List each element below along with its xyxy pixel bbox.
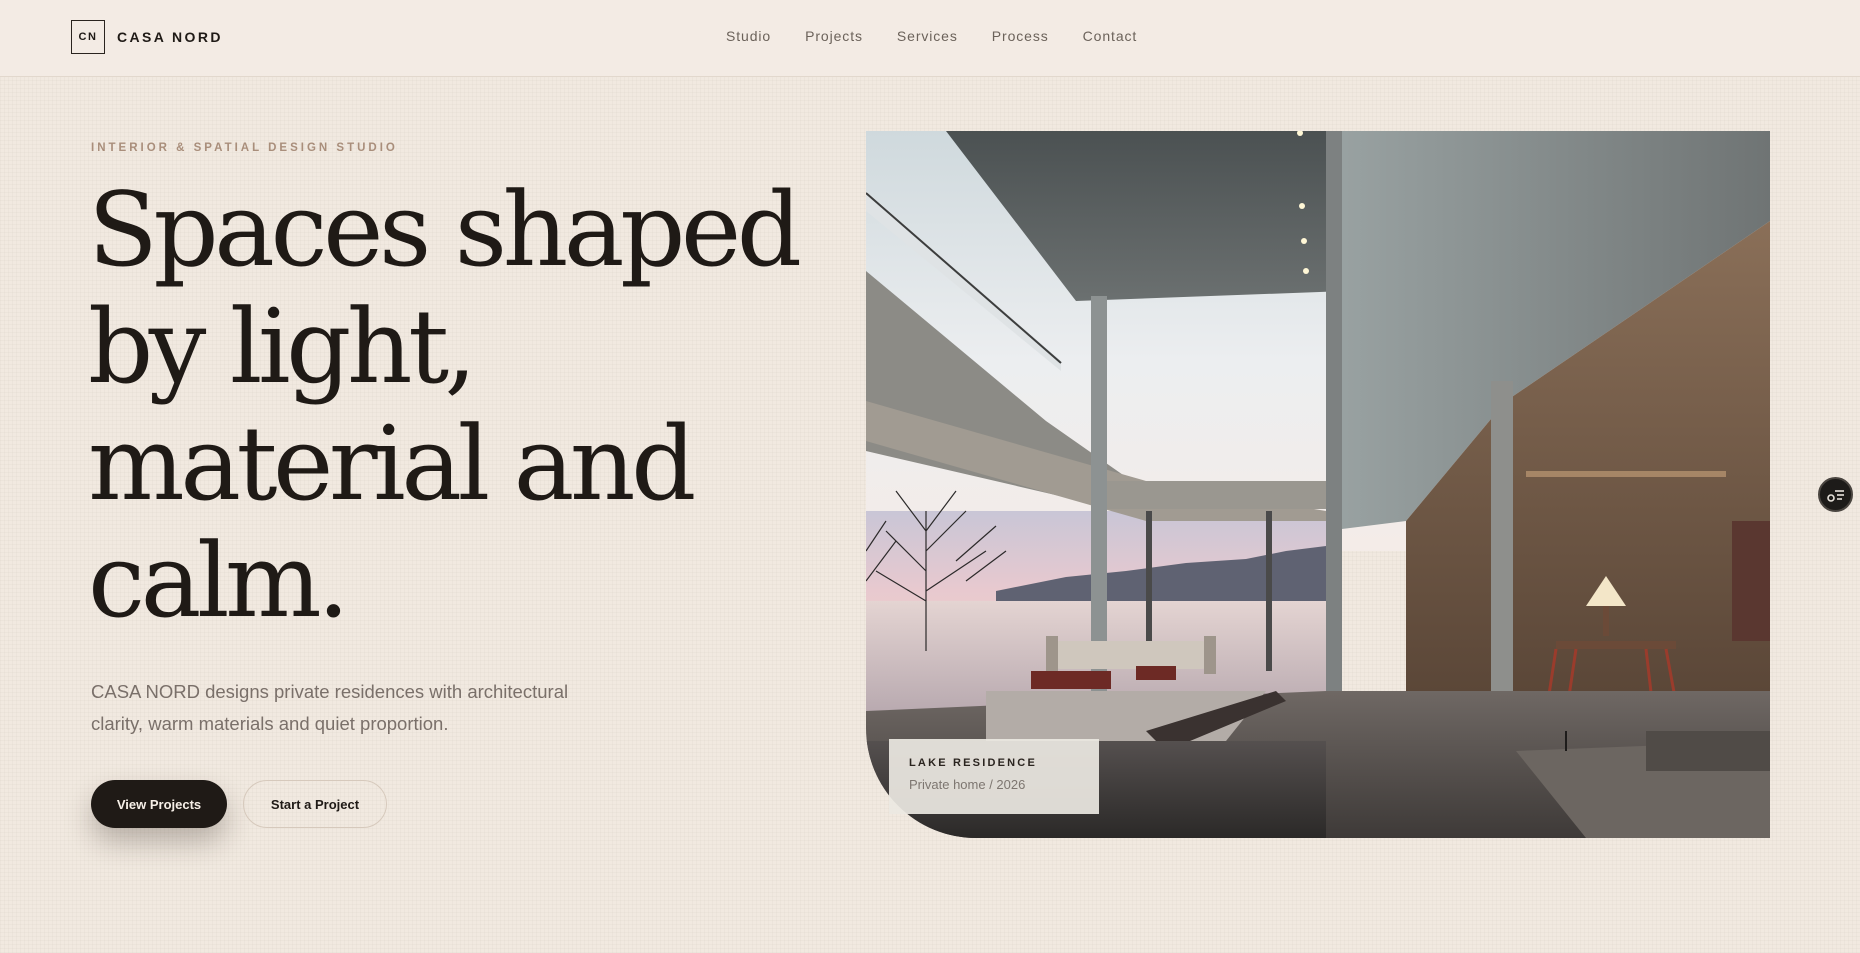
site-header: CN CASA NORD Studio Projects Services Pr…	[0, 0, 1860, 77]
nav-item-projects[interactable]: Projects	[805, 28, 863, 44]
hero-headline: Spaces shaped by light, material and cal…	[88, 171, 802, 641]
brand-name: CASA NORD	[117, 29, 223, 45]
architecture-illustration	[866, 131, 1770, 838]
hero-lead: CASA NORD designs private residences wit…	[91, 681, 569, 734]
hero-eyebrow: INTERIOR & SPATIAL DESIGN STUDIO	[91, 142, 398, 154]
settings-list-glyph	[1826, 489, 1844, 502]
headline-line: calm.	[88, 522, 350, 641]
main-nav: Studio Projects Services Process Contact	[726, 28, 1137, 44]
view-projects-button[interactable]: View Projects	[91, 780, 227, 828]
start-project-button[interactable]: Start a Project	[243, 780, 387, 828]
nav-item-services[interactable]: Services	[897, 28, 958, 44]
headline-line: by light,	[88, 288, 477, 407]
nav-item-studio[interactable]: Studio	[726, 28, 771, 44]
logo-mark: CN	[71, 20, 105, 54]
caption-subtitle: Private home / 2026	[909, 777, 1026, 792]
settings-list-icon[interactable]	[1818, 477, 1853, 512]
brand-logo[interactable]: CN CASA NORD	[71, 20, 223, 54]
caption-title: LAKE RESIDENCE	[909, 757, 1037, 769]
nav-item-contact[interactable]: Contact	[1083, 28, 1138, 44]
feature-image	[866, 131, 1770, 838]
headline-line: Spaces shaped	[88, 171, 802, 290]
headline-line: material and	[88, 405, 696, 524]
nav-item-process[interactable]: Process	[992, 28, 1049, 44]
feature-caption: LAKE RESIDENCE Private home / 2026	[889, 739, 1099, 814]
